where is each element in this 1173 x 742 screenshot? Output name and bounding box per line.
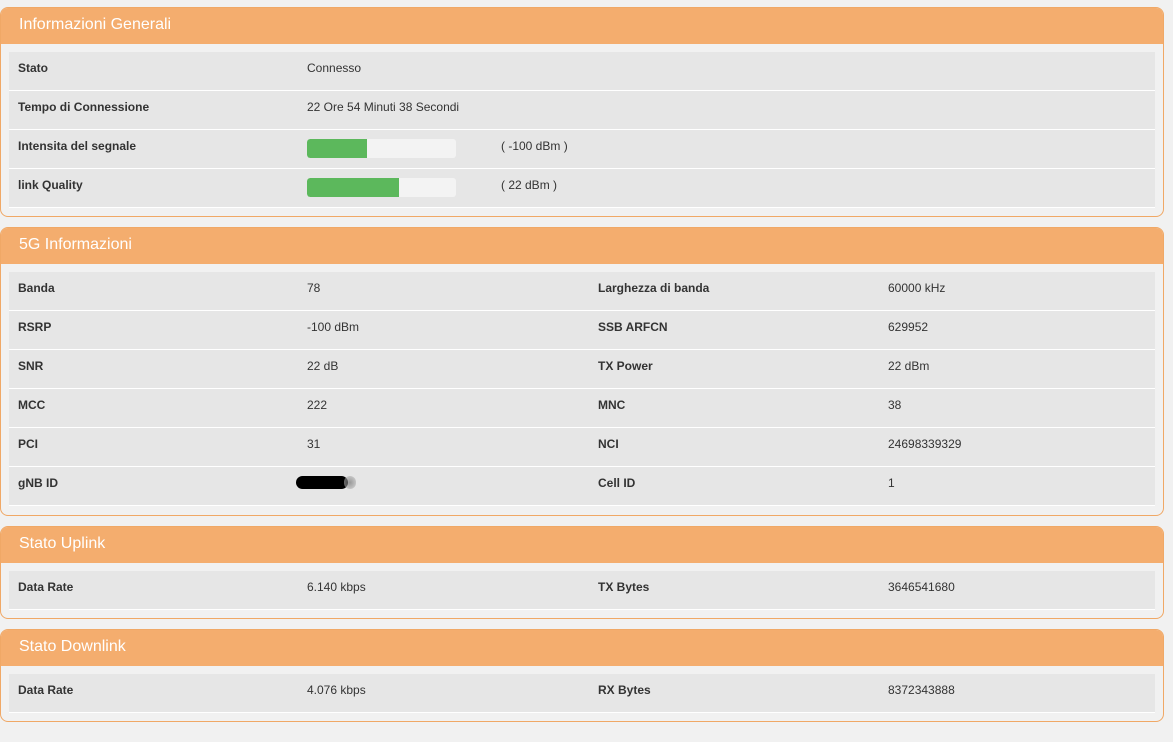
row-value: 22 dBm [888, 359, 930, 373]
table-row: link Quality ( 22 dBm ) [9, 169, 1155, 208]
table-row: SNR 22 dB TX Power 22 dBm [9, 350, 1155, 389]
row-label: Banda [18, 281, 55, 295]
table-row: gNB ID Cell ID 1 [9, 467, 1155, 506]
row-value: Connesso [307, 61, 362, 75]
row-label: NCI [598, 437, 619, 451]
row-value: 24698339329 [888, 437, 962, 451]
panel-5g-info: 5G Informazioni Banda 78 Larghezza di band… [0, 227, 1164, 516]
signal-strength-value: ( -100 dBm ) [501, 139, 568, 153]
row-value: 78 [307, 281, 321, 295]
row-value: -100 dBm [307, 320, 360, 334]
row-label: SNR [18, 359, 44, 373]
row-value: 629952 [888, 320, 929, 334]
general-table: Stato Connesso Tempo di Connessione 22 O… [9, 52, 1155, 208]
panel-title: 5G Informazioni [1, 228, 1163, 264]
row-label: Tempo di Connessione [18, 100, 150, 114]
link-quality-bar [307, 178, 456, 197]
link-quality-fill [307, 178, 400, 197]
signal-strength-bar [307, 139, 456, 158]
table-row: Tempo di Connessione 22 Ore 54 Minuti 38… [9, 91, 1155, 130]
panel-title: Stato Uplink [1, 527, 1163, 563]
5g-table: Banda 78 Larghezza di banda 60000 kHz RSRP -1… [9, 272, 1155, 506]
row-label: TX Power [598, 359, 653, 373]
table-row: MCC 222 MNC 38 [9, 389, 1155, 428]
row-value: 22 dB [307, 359, 339, 373]
row-value: 222 [307, 398, 328, 412]
row-label: Cell ID [598, 476, 636, 490]
row-value: 22 Ore 54 Minuti 38 Secondi [307, 100, 460, 114]
row-value: 4.076 kbps [307, 683, 366, 697]
row-value: 60000 kHz [888, 281, 946, 295]
row-label: link Quality [18, 178, 83, 192]
row-label: MNC [598, 398, 626, 412]
table-row: PCI 31 NCI 24698339329 [9, 428, 1155, 467]
row-label: Intensita del segnale [18, 139, 137, 153]
row-value: 3646541680 [888, 580, 955, 594]
row-value: 1 [888, 476, 895, 490]
table-row: RSRP -100 dBm SSB ARFCN 629952 [9, 311, 1155, 350]
row-label: Data Rate [18, 683, 74, 697]
row-value: 31 [307, 437, 321, 451]
row-label: gNB ID [18, 476, 58, 490]
row-label: RX Bytes [598, 683, 651, 697]
row-label: TX Bytes [598, 580, 650, 594]
table-row: Data Rate 4.076 kbps RX Bytes 8372343888 [9, 674, 1155, 713]
row-label: RSRP [18, 320, 52, 334]
row-label: Larghezza di banda [598, 281, 710, 295]
table-row: Intensita del segnale ( -100 dBm ) [9, 130, 1155, 169]
row-label: Data Rate [18, 580, 74, 594]
uplink-table: Data Rate 6.140 kbps TX Bytes 3646541680 [9, 571, 1155, 610]
row-label: MCC [18, 398, 46, 412]
panel-title: Informazioni Generali [1, 8, 1163, 44]
table-row: Data Rate 6.140 kbps TX Bytes 3646541680 [9, 571, 1155, 610]
row-label: Stato [18, 61, 48, 75]
redacted-value [296, 476, 356, 489]
downlink-table: Data Rate 4.076 kbps RX Bytes 8372343888 [9, 674, 1155, 713]
link-quality-value: ( 22 dBm ) [501, 178, 558, 192]
panel-uplink: Stato Uplink Data Rate 6.140 kbps TX Bytes… [0, 526, 1164, 619]
row-value: 6.140 kbps [307, 580, 366, 594]
row-label: PCI [18, 437, 39, 451]
signal-strength-fill [307, 139, 367, 158]
table-row: Stato Connesso [9, 52, 1155, 91]
row-value: 8372343888 [888, 683, 955, 697]
panel-downlink: Stato Downlink Data Rate 4.076 kbps RX Byt… [0, 629, 1164, 722]
panel-general-info: Informazioni Generali Stato Connesso Tem… [0, 7, 1164, 217]
row-label: SSB ARFCN [598, 320, 668, 334]
table-row: Banda 78 Larghezza di banda 60000 kHz [9, 272, 1155, 311]
row-value: 38 [888, 398, 902, 412]
panel-title: Stato Downlink [1, 630, 1163, 666]
